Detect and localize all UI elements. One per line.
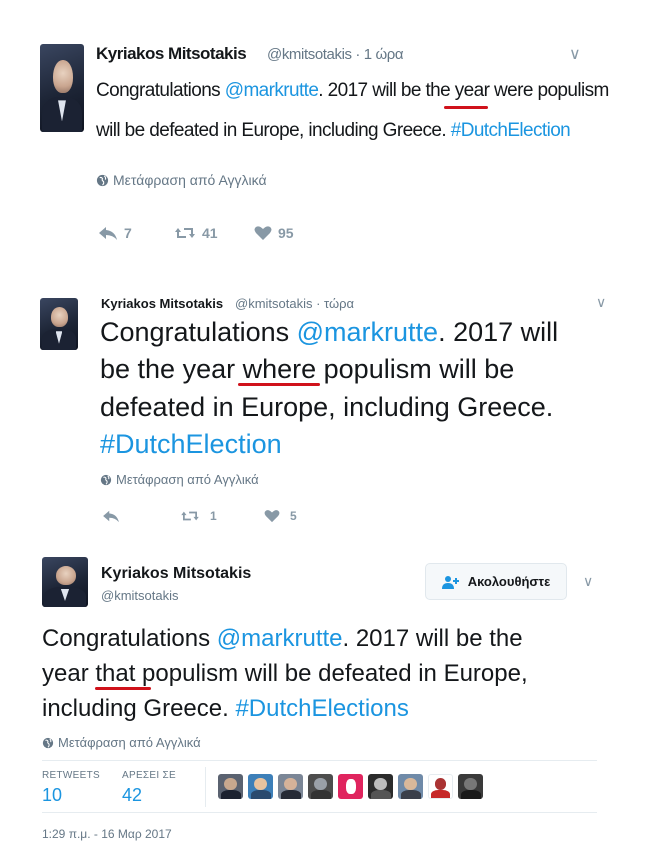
- liker-avatar[interactable]: [368, 774, 393, 799]
- chevron-down-icon[interactable]: ∨: [569, 44, 581, 64]
- liker-avatar[interactable]: [218, 774, 243, 799]
- hashtag-link[interactable]: #DutchElection: [100, 429, 282, 459]
- retweet-button[interactable]: 1: [180, 509, 217, 523]
- like-button[interactable]: 5: [264, 509, 297, 523]
- translate-link[interactable]: Μετάφραση από Αγγλικά: [96, 172, 267, 188]
- red-underline: [444, 106, 488, 109]
- reply-button[interactable]: [102, 509, 120, 523]
- author-handle[interactable]: @kmitsotakis · τώρα: [235, 296, 354, 311]
- follow-button[interactable]: Ακολουθήστε: [425, 563, 567, 600]
- liker-avatar[interactable]: [458, 774, 483, 799]
- liker-avatar[interactable]: [338, 774, 363, 799]
- translate-link[interactable]: Μετάφραση από Αγγλικά: [100, 472, 259, 487]
- tweet-text-line2: be the year where populism will be: [100, 354, 515, 384]
- tweet-text: Congratulations @markrutte. 2017 will be…: [42, 625, 523, 652]
- globe-icon: [96, 174, 109, 186]
- tweet-text: Congratulations @markrutte. 2017 will: [100, 317, 559, 347]
- heart-icon: [254, 226, 272, 240]
- liker-avatar[interactable]: [398, 774, 423, 799]
- like-button[interactable]: 95: [254, 225, 294, 241]
- reply-icon: [99, 227, 117, 240]
- hashtag-link[interactable]: #DutchElections: [235, 695, 408, 722]
- tweet-text: Congratulations @markrutte. 2017 will be…: [96, 80, 609, 101]
- author-name[interactable]: Kyriakos Mitsotakis: [101, 565, 251, 583]
- tweet-text-line3: including Greece. #DutchElections: [42, 695, 409, 722]
- mention-link[interactable]: @markrutte: [297, 317, 438, 347]
- liker-avatar[interactable]: [428, 774, 453, 799]
- avatar[interactable]: [40, 298, 78, 350]
- tweet-text-line4: #DutchElection: [100, 429, 282, 460]
- author-handle[interactable]: @kmitsotakis: [101, 588, 179, 603]
- liker-avatar[interactable]: [248, 774, 273, 799]
- retweet-button[interactable]: 41: [174, 225, 218, 241]
- hashtag-link[interactable]: #DutchElection: [451, 120, 571, 141]
- translate-link[interactable]: Μετάφραση από Αγγλικά: [42, 735, 201, 750]
- globe-icon: [42, 737, 54, 748]
- liker-avatar[interactable]: [308, 774, 333, 799]
- tweet-timestamp[interactable]: 1:29 π.μ. - 16 Μαρ 2017: [42, 827, 172, 841]
- divider: [42, 812, 597, 813]
- retweets-count[interactable]: 10: [42, 785, 62, 806]
- avatar[interactable]: [40, 44, 84, 132]
- author-name[interactable]: Kyriakos Mitsotakis: [101, 296, 223, 311]
- author-handle[interactable]: @kmitsotakis · 1 ώρα: [267, 46, 404, 63]
- tweet-text-line3: defeated in Europe, including Greece.: [100, 392, 554, 422]
- mention-link[interactable]: @markrutte: [217, 625, 343, 652]
- red-underline: [238, 383, 320, 386]
- chevron-down-icon[interactable]: ∨: [596, 294, 606, 311]
- liker-avatar[interactable]: [278, 774, 303, 799]
- reply-icon: [103, 510, 119, 523]
- chevron-down-icon[interactable]: ∨: [583, 573, 593, 590]
- tweet-text-line2: year that populism will be defeated in E…: [42, 660, 528, 687]
- retweet-icon: [181, 511, 199, 521]
- author-name[interactable]: Kyriakos Mitsotakis: [96, 44, 247, 64]
- liker-avatars: [218, 774, 483, 799]
- retweet-icon: [175, 228, 195, 238]
- avatar[interactable]: [42, 557, 88, 607]
- reply-button[interactable]: 7: [98, 225, 132, 241]
- mention-link[interactable]: @markrutte: [225, 80, 319, 101]
- tweet-text-line2: will be defeated in Europe, including Gr…: [96, 120, 571, 141]
- retweets-label: RETWEETS: [42, 770, 100, 781]
- red-underline: [95, 687, 151, 690]
- divider: [205, 767, 206, 807]
- likes-label: ΑΡΕΣΕΙ ΣΕ: [122, 770, 176, 781]
- globe-icon: [100, 474, 112, 485]
- divider: [42, 760, 597, 761]
- likes-count[interactable]: 42: [122, 785, 142, 806]
- heart-icon: [264, 510, 280, 523]
- follow-user-icon: [441, 575, 459, 589]
